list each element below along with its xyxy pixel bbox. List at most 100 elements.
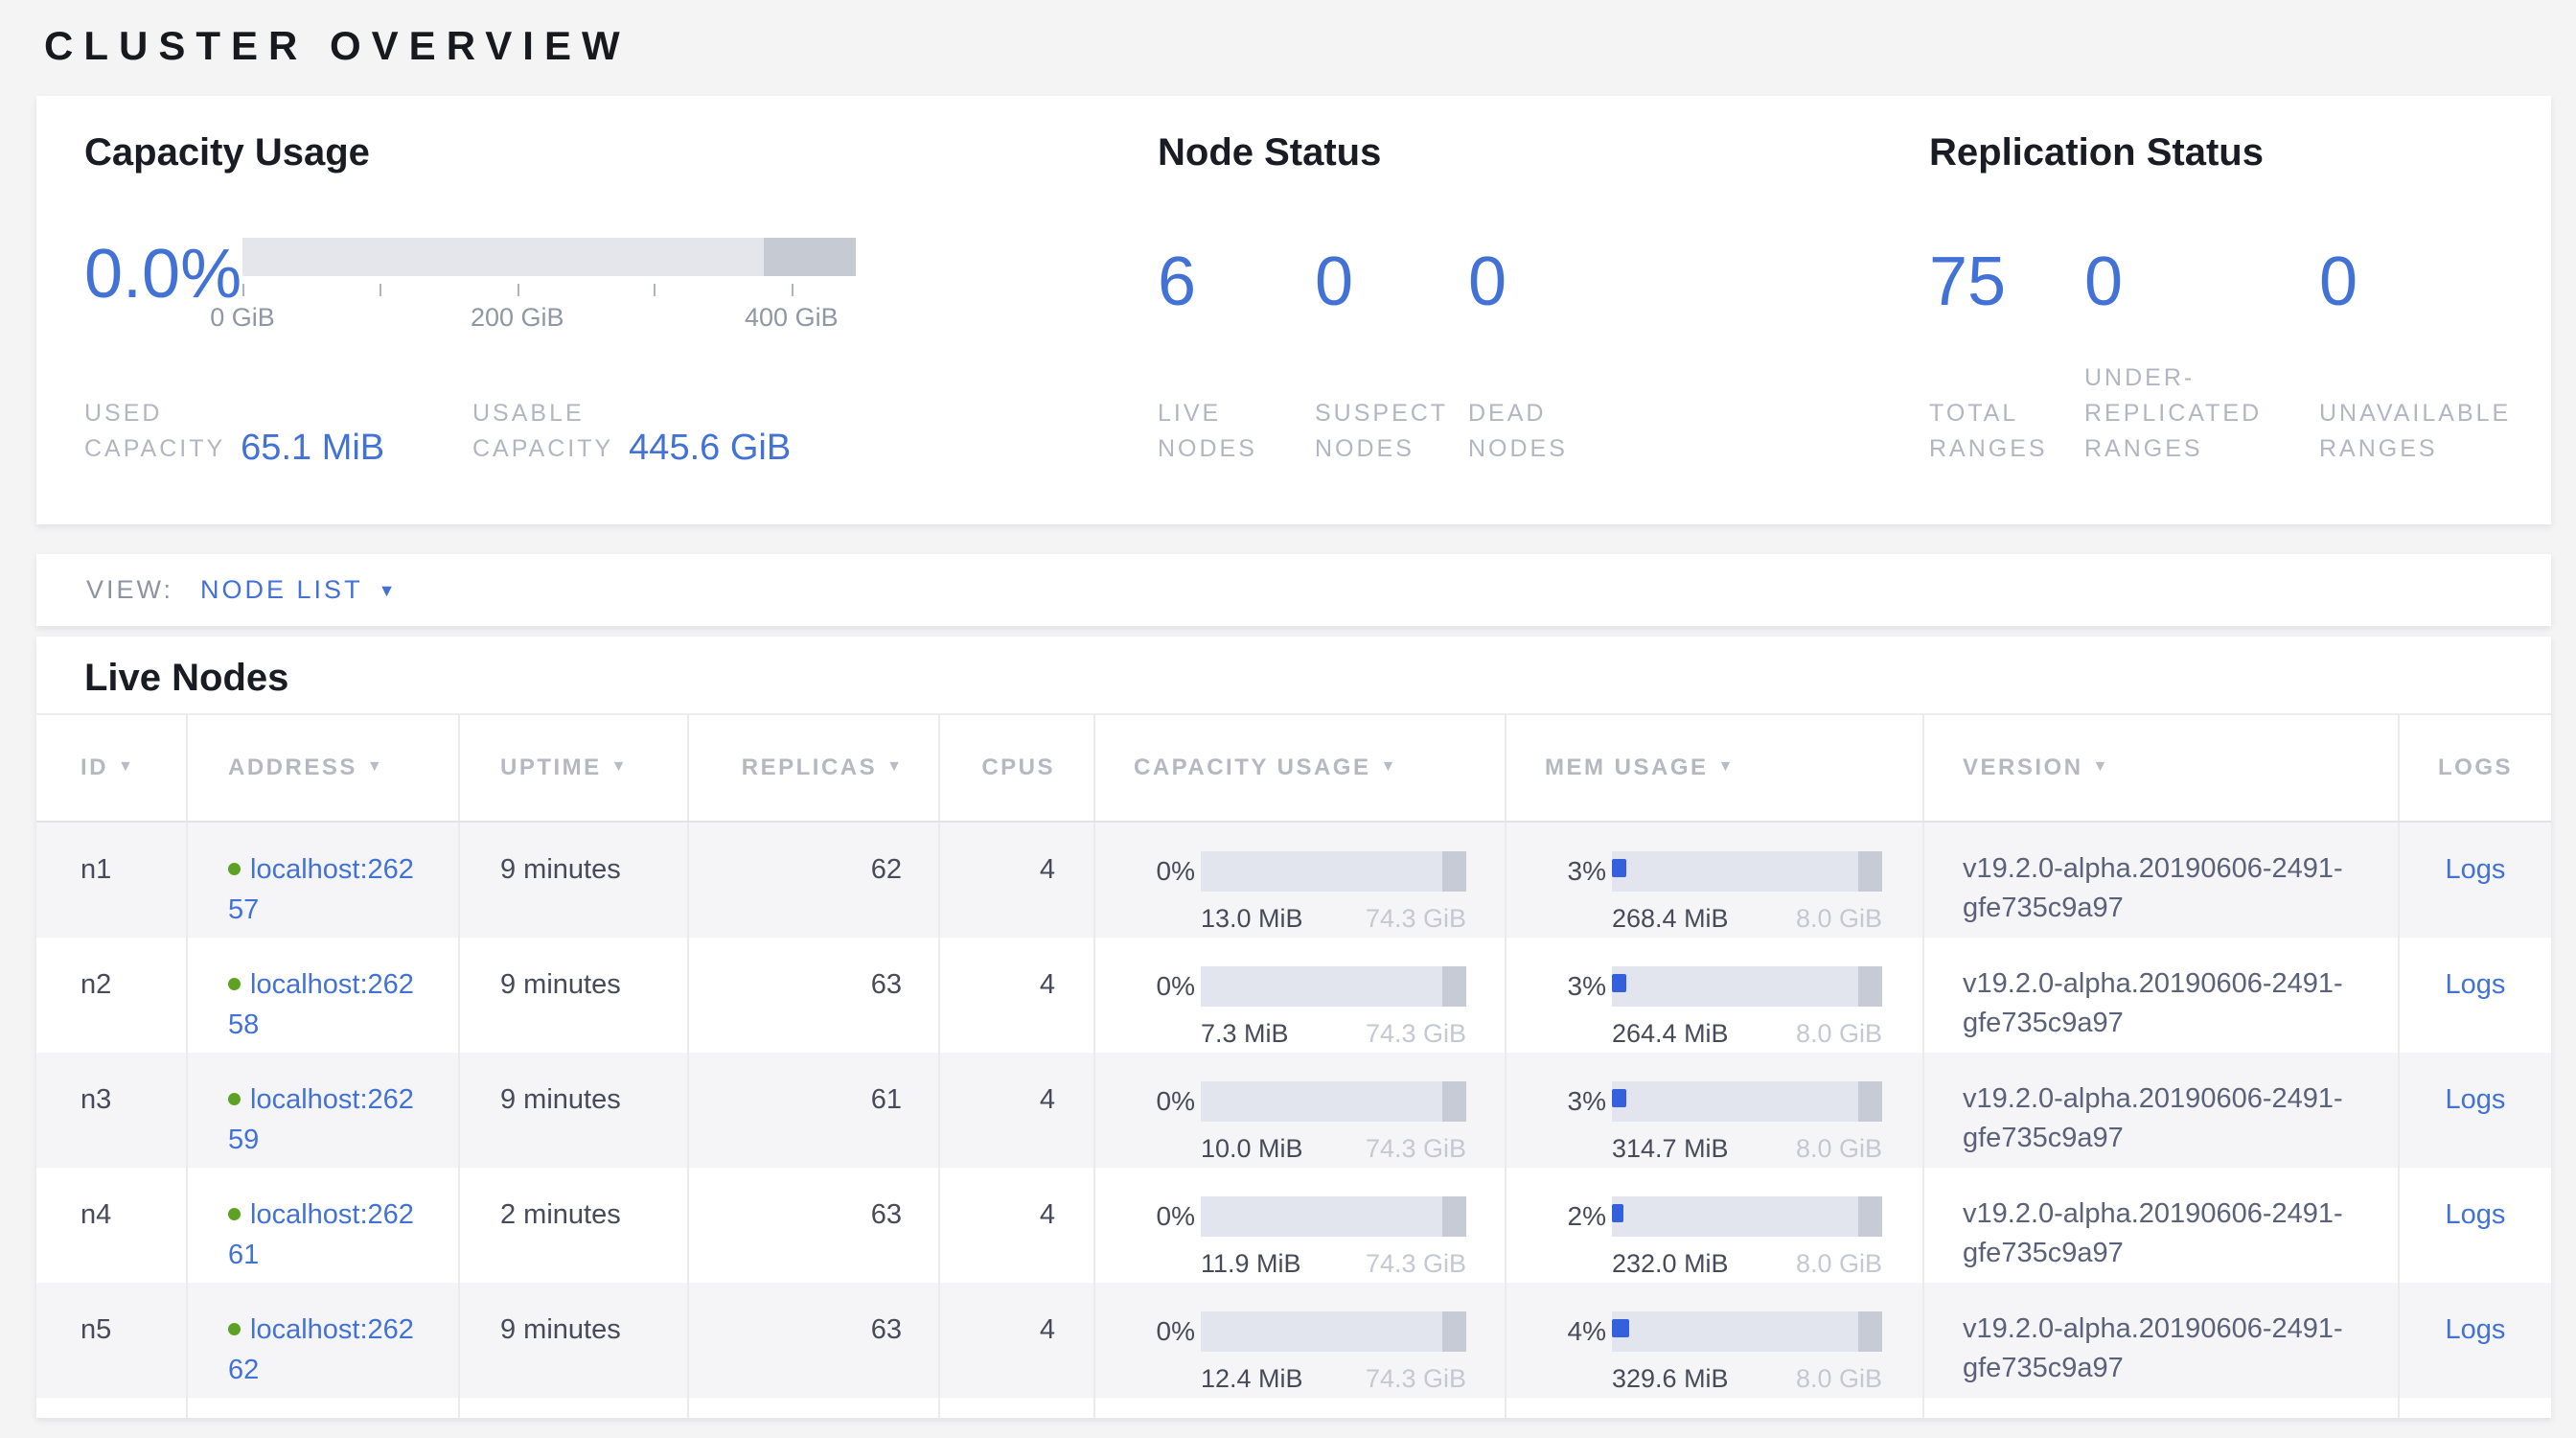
capacity-bar-dark-segment — [1442, 1311, 1466, 1352]
node-version: v19.2.0-alpha.20190606-2491-gfe735c9a97 — [1963, 849, 2356, 928]
column-header-mem-usage[interactable]: MEM USAGE▼ — [1506, 715, 1924, 821]
mem-bar — [1612, 1196, 1882, 1237]
cluster-summary-card: Capacity Usage 0.0% 0 GiB200 GiB400 GiB … — [36, 96, 2551, 524]
capacity-percent: 0% — [1134, 1081, 1195, 1122]
node-status-heading: Node Status — [1158, 130, 1929, 174]
node-uptime: 9 minutes — [500, 1079, 621, 1120]
node-uptime: 2 minutes — [500, 1194, 621, 1235]
node-id: n4 — [80, 1194, 111, 1235]
view-dropdown[interactable]: NODE LIST ▼ — [200, 575, 398, 605]
capacity-percent: 0% — [1134, 1311, 1195, 1352]
column-header-cpus: CPUS — [940, 715, 1095, 821]
mem-bar-fill — [1612, 1319, 1629, 1337]
mem-bar — [1612, 966, 1882, 1007]
column-header-replicas[interactable]: REPLICAS▼ — [689, 715, 940, 821]
mem-used-value: 314.7 MiB — [1612, 1128, 1729, 1169]
capacity-bar-dark-segment — [1442, 966, 1466, 1007]
capacity-bar-chart: 0 GiB200 GiB400 GiB — [242, 238, 856, 343]
column-header-uptime[interactable]: UPTIME▼ — [460, 715, 689, 821]
axis-tick-label: 400 GiB — [745, 303, 839, 333]
dead-nodes-value: 0 — [1468, 244, 1568, 320]
capacity-bar — [1201, 966, 1466, 1007]
node-uptime: 9 minutes — [500, 964, 621, 1005]
used-capacity-value: 65.1 MiB — [241, 429, 384, 466]
node-capacity-usage-cell: 0% 10.0 MiB 74.3 GiB — [1095, 1053, 1506, 1168]
live-nodes-label: LIVE NODES — [1158, 396, 1315, 467]
mem-percent: 3% — [1545, 1081, 1606, 1122]
sort-desc-icon: ▼ — [367, 758, 382, 776]
mem-bar-dark-segment — [1858, 1311, 1882, 1352]
axis-tick — [792, 284, 794, 296]
mem-percent: 3% — [1545, 966, 1606, 1007]
capacity-bar-track — [242, 238, 856, 276]
sort-desc-icon: ▼ — [1718, 758, 1734, 776]
sort-desc-icon: ▼ — [118, 758, 133, 776]
mem-total-value: 8.0 GiB — [1796, 1243, 1882, 1284]
view-selector-bar: VIEW: NODE LIST ▼ — [36, 554, 2551, 626]
node-capacity-usage-cell: 0% 12.4 MiB 74.3 GiB — [1095, 1283, 1506, 1398]
capacity-used-value: 13.0 MiB — [1201, 898, 1303, 939]
under-replicated-ranges-stat: 0 UNDER- REPLICATED RANGES — [2084, 174, 2319, 467]
mem-used-value: 268.4 MiB — [1612, 898, 1729, 939]
column-header-version[interactable]: VERSION▼ — [1924, 715, 2400, 821]
capacity-percent: 0% — [1134, 1196, 1195, 1237]
node-address-cell: localhost:26258 — [228, 964, 420, 1045]
node-logs-link[interactable]: Logs — [2446, 964, 2506, 1005]
table-row: n1 localhost:26257 9 minutes 62 4 0% 13.… — [36, 823, 2551, 938]
node-cpus: 4 — [1040, 849, 1055, 890]
node-address-link[interactable]: localhost:26259 — [228, 1084, 414, 1155]
node-uptime: 9 minutes — [500, 1310, 621, 1350]
node-logs-link[interactable]: Logs — [2446, 1310, 2506, 1350]
column-header-capacity-usage[interactable]: CAPACITY USAGE▼ — [1095, 715, 1506, 821]
used-capacity-label: USED CAPACITY — [84, 396, 225, 467]
node-logs-link[interactable]: Logs — [2446, 849, 2506, 890]
node-cpus: 4 — [1040, 1079, 1055, 1120]
mem-percent: 3% — [1545, 851, 1606, 892]
unavailable-ranges-value: 0 — [2319, 244, 2511, 320]
total-ranges-value: 75 — [1929, 244, 2084, 320]
table-row: n2 localhost:26258 9 minutes 63 4 0% 7.3… — [36, 938, 2551, 1053]
mem-bar-dark-segment — [1858, 1196, 1882, 1237]
sort-desc-icon: ▼ — [2093, 758, 2108, 776]
capacity-percent: 0% — [1134, 966, 1195, 1007]
capacity-total-value: 74.3 GiB — [1366, 1358, 1466, 1399]
capacity-used-value: 7.3 MiB — [1201, 1013, 1289, 1054]
node-live-status-icon — [228, 1093, 241, 1105]
column-header-address[interactable]: ADDRESS▼ — [188, 715, 460, 821]
node-address-link[interactable]: localhost:26262 — [228, 1314, 414, 1385]
node-address-link[interactable]: localhost:26261 — [228, 1199, 414, 1270]
node-address-cell: localhost:26257 — [228, 849, 420, 930]
mem-bar-dark-segment — [1858, 851, 1882, 892]
mem-total-value: 8.0 GiB — [1796, 1013, 1882, 1054]
node-cpus: 4 — [1040, 964, 1055, 1005]
column-header-id[interactable]: ID▼ — [36, 715, 188, 821]
axis-tick — [242, 284, 244, 296]
node-replicas: 61 — [871, 1079, 902, 1120]
axis-tick-label: 0 GiB — [210, 303, 275, 333]
node-address-link[interactable]: localhost:26257 — [228, 854, 414, 925]
total-ranges-stat: 75 TOTAL RANGES — [1929, 174, 2084, 467]
capacity-percent-value: 0.0% — [84, 238, 242, 311]
mem-total-value: 8.0 GiB — [1796, 1358, 1882, 1399]
node-replicas: 62 — [871, 849, 902, 890]
node-address-link[interactable]: localhost:26258 — [228, 969, 414, 1040]
node-logs-link[interactable]: Logs — [2446, 1194, 2506, 1235]
node-capacity-usage-cell: 0% 7.3 MiB 74.3 GiB — [1095, 938, 1506, 1053]
node-version: v19.2.0-alpha.20190606-2491-gfe735c9a97 — [1963, 1310, 2356, 1388]
view-dropdown-value: NODE LIST — [200, 575, 363, 605]
mem-percent: 4% — [1545, 1311, 1606, 1352]
capacity-bar-dark-segment — [1442, 851, 1466, 892]
capacity-percent: 0% — [1134, 851, 1195, 892]
node-mem-usage-cell: 3% 314.7 MiB 8.0 GiB — [1506, 1053, 1924, 1168]
page-title: CLUSTER OVERVIEW — [44, 23, 2576, 69]
node-logs-link[interactable]: Logs — [2446, 1079, 2506, 1120]
node-mem-usage-cell: 4% 329.6 MiB 8.0 GiB — [1506, 1283, 1924, 1398]
under-replicated-ranges-label: UNDER- REPLICATED RANGES — [2084, 360, 2319, 467]
node-capacity-usage-cell: 0% 13.0 MiB 74.3 GiB — [1095, 823, 1506, 938]
mem-used-value: 329.6 MiB — [1612, 1358, 1729, 1399]
dead-nodes-stat: 0 DEAD NODES — [1468, 174, 1568, 467]
capacity-total-value: 74.3 GiB — [1366, 898, 1466, 939]
axis-tick-label: 200 GiB — [471, 303, 564, 333]
mem-bar — [1612, 851, 1882, 892]
mem-percent: 2% — [1545, 1196, 1606, 1237]
